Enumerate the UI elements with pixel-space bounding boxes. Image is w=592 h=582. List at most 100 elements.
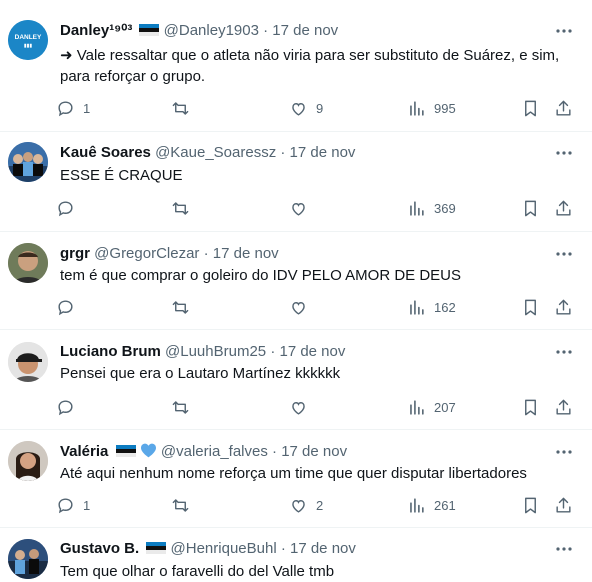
- timestamp[interactable]: · 17 de nov: [263, 22, 338, 39]
- reply-icon: [58, 497, 73, 513]
- retweet-button[interactable]: [171, 493, 190, 517]
- reply-button[interactable]: 1: [56, 493, 90, 517]
- like-button[interactable]: [289, 395, 308, 419]
- share-icon: [556, 399, 571, 415]
- tweet-text: Tem que olhar o faravelli do del Valle t…: [60, 563, 335, 580]
- bookmark-icon: [525, 399, 536, 415]
- user-handle[interactable]: @valeria_falves: [161, 443, 268, 460]
- tweet-actions: 1 2 261: [56, 493, 578, 517]
- avatar[interactable]: DANLEY ▮▮▮: [8, 20, 48, 60]
- share-button[interactable]: [554, 96, 573, 120]
- retweet-icon: [172, 101, 189, 115]
- tweet[interactable]: Luciano Brum @LuuhBrum25 · 17 de nov Pen…: [0, 330, 592, 430]
- tweet[interactable]: Gustavo B. @HenriqueBuhl · 17 de nov Tem…: [0, 528, 592, 581]
- analytics-icon: [410, 399, 424, 415]
- reply-icon: [58, 100, 73, 116]
- share-icon: [556, 299, 571, 315]
- user-handle[interactable]: @LuuhBrum25: [165, 343, 266, 360]
- tweet-header: Kauê Soares @Kaue_Soaressz · 17 de nov: [60, 143, 355, 163]
- tweet-header: grgr @GregorClezar · 17 de nov: [60, 244, 279, 264]
- avatar[interactable]: [8, 243, 48, 283]
- bookmark-button[interactable]: [521, 395, 540, 419]
- views-button[interactable]: 162: [407, 295, 456, 319]
- user-handle[interactable]: @Kaue_Soaressz: [155, 144, 276, 161]
- like-count: 2: [316, 497, 324, 513]
- like-count: 9: [316, 100, 324, 116]
- avatar[interactable]: [8, 142, 48, 182]
- retweet-button[interactable]: [171, 295, 190, 319]
- reply-button[interactable]: 1: [56, 96, 90, 120]
- view-count: 369: [434, 200, 456, 216]
- more-options-icon[interactable]: [554, 442, 574, 462]
- retweet-icon: [172, 201, 189, 215]
- display-name[interactable]: Kauê Soares: [60, 144, 151, 161]
- like-button[interactable]: [289, 196, 308, 220]
- heart-icon: [292, 499, 305, 513]
- tweet-actions: 162: [56, 295, 578, 319]
- heart-icon: [292, 301, 305, 315]
- bookmark-button[interactable]: [521, 295, 540, 319]
- svg-text:DANLEY: DANLEY: [15, 34, 42, 41]
- retweet-icon: [172, 400, 189, 414]
- analytics-icon: [410, 200, 424, 216]
- danley-logo-icon: DANLEY ▮▮▮: [8, 20, 48, 60]
- tweet-actions: 1 9 995: [56, 96, 578, 120]
- bookmark-icon: [525, 497, 536, 513]
- like-button[interactable]: [289, 295, 308, 319]
- views-button[interactable]: 369: [407, 196, 456, 220]
- share-button[interactable]: [554, 395, 573, 419]
- timestamp[interactable]: · 17 de nov: [272, 443, 347, 460]
- user-handle[interactable]: @HenriqueBuhl: [171, 540, 277, 557]
- timestamp[interactable]: · 17 de nov: [204, 245, 279, 262]
- display-name[interactable]: Danley¹⁹⁰³: [60, 22, 132, 39]
- share-button[interactable]: [554, 493, 573, 517]
- more-options-icon[interactable]: [554, 244, 574, 264]
- retweet-button[interactable]: [171, 96, 190, 120]
- more-options-icon[interactable]: [554, 539, 574, 559]
- share-button[interactable]: [554, 196, 573, 220]
- avatar[interactable]: [8, 539, 48, 579]
- analytics-icon: [410, 299, 424, 315]
- retweet-icon: [172, 300, 189, 314]
- reply-button[interactable]: [56, 295, 75, 319]
- views-button[interactable]: 995: [407, 96, 456, 120]
- woman-avatar-icon: [8, 441, 48, 481]
- like-button[interactable]: 9: [289, 96, 323, 120]
- retweet-icon: [172, 498, 189, 512]
- display-name[interactable]: Luciano Brum: [60, 343, 161, 360]
- timestamp[interactable]: · 17 de nov: [270, 343, 345, 360]
- display-name[interactable]: grgr: [60, 245, 90, 262]
- tweet[interactable]: grgr @GregorClezar · 17 de nov tem é que…: [0, 232, 592, 330]
- retweet-button[interactable]: [171, 196, 190, 220]
- tweet[interactable]: Valéria @valeria_falves · 17 de nov Até …: [0, 430, 592, 528]
- views-button[interactable]: 261: [407, 493, 456, 517]
- tweet[interactable]: Kauê Soares @Kaue_Soaressz · 17 de nov E…: [0, 132, 592, 232]
- more-options-icon[interactable]: [554, 143, 574, 163]
- user-handle[interactable]: @GregorClezar: [94, 245, 199, 262]
- reply-button[interactable]: [56, 395, 75, 419]
- retweet-button[interactable]: [171, 395, 190, 419]
- bookmark-button[interactable]: [521, 96, 540, 120]
- reply-button[interactable]: [56, 196, 75, 220]
- tweet-header: Danley¹⁹⁰³ @Danley1903 · 17 de nov: [60, 21, 338, 41]
- views-button[interactable]: 207: [407, 395, 456, 419]
- like-button[interactable]: 2: [289, 493, 323, 517]
- avatar[interactable]: [8, 441, 48, 481]
- tweet-text: Até aqui nenhum nome reforça um time que…: [60, 465, 527, 482]
- tweet[interactable]: DANLEY ▮▮▮ Danley¹⁹⁰³ @Danley1903 · 17 d…: [0, 0, 592, 132]
- user-handle[interactable]: @Danley1903: [164, 22, 259, 39]
- more-options-icon[interactable]: [554, 342, 574, 362]
- analytics-icon: [410, 497, 424, 513]
- avatar[interactable]: [8, 342, 48, 382]
- display-name[interactable]: Gustavo B.: [60, 540, 139, 557]
- display-name[interactable]: Valéria: [60, 443, 108, 460]
- heart-icon: [292, 401, 305, 415]
- bookmark-button[interactable]: [521, 493, 540, 517]
- share-button[interactable]: [554, 295, 573, 319]
- timestamp[interactable]: · 17 de nov: [281, 540, 356, 557]
- bookmark-button[interactable]: [521, 196, 540, 220]
- svg-text:▮▮▮: ▮▮▮: [24, 43, 33, 49]
- analytics-icon: [410, 100, 424, 116]
- more-options-icon[interactable]: [554, 21, 574, 41]
- timestamp[interactable]: · 17 de nov: [280, 144, 355, 161]
